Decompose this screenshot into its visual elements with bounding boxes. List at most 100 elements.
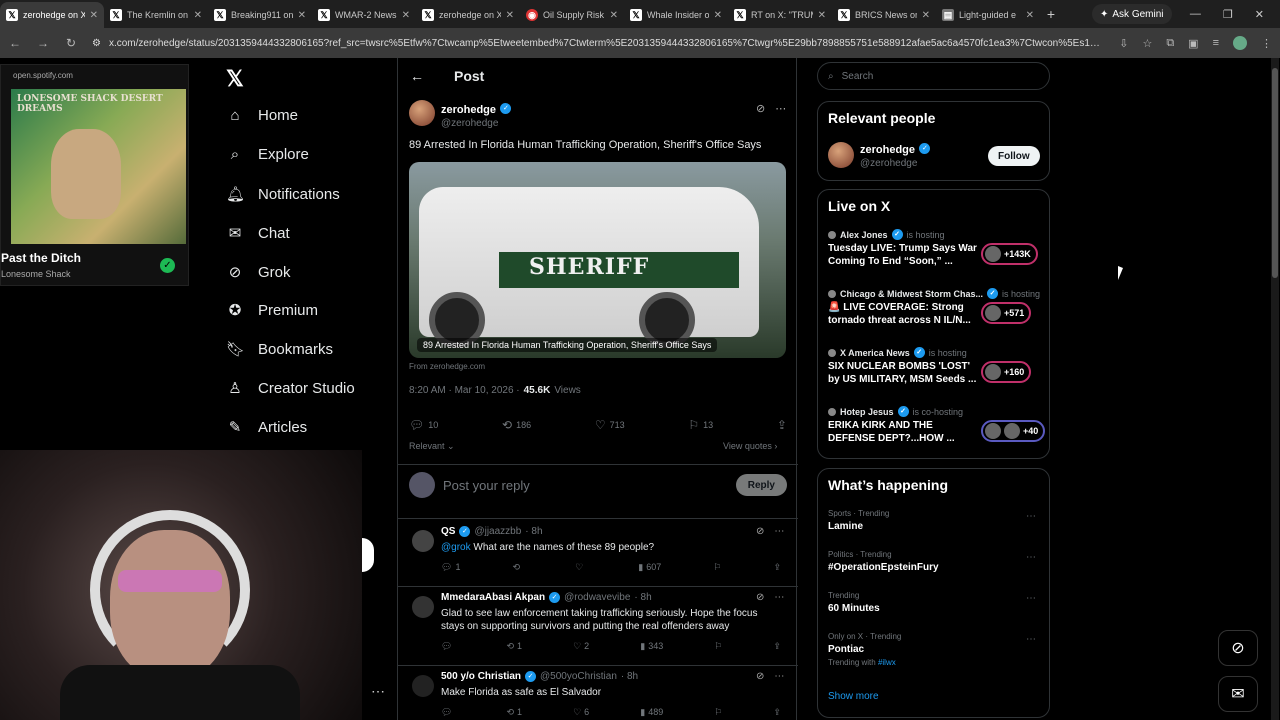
grok-icon[interactable]: ⊘ xyxy=(756,592,764,603)
nav-bookmarks[interactable]: 🔖︎ Bookmarks xyxy=(226,340,333,359)
repost-button[interactable]: ⟲ xyxy=(513,562,524,573)
repost-button[interactable]: ⟲ 1 xyxy=(506,641,522,652)
browser-tab-5[interactable]: ◉ Oil Supply Risk ✕ xyxy=(520,2,624,28)
browser-tab-0[interactable]: 𝕏zerohedge on X ✕ xyxy=(0,2,104,28)
nav-grok[interactable]: ⊘ Grok xyxy=(226,263,291,282)
reply-button[interactable]: 💬︎ 1 xyxy=(441,562,460,573)
x-logo-icon[interactable]: 𝕏 xyxy=(226,66,244,92)
more-icon[interactable]: ⋯ xyxy=(774,526,784,537)
scrollbar-thumb[interactable] xyxy=(1272,68,1278,278)
profile-avatar[interactable] xyxy=(1233,36,1247,50)
more-icon[interactable]: ⋯ xyxy=(1026,552,1036,563)
browser-tab-8[interactable]: 𝕏 BRICS News on ✕ xyxy=(832,2,936,28)
close-icon[interactable]: ✕ xyxy=(818,10,826,21)
scrollbar[interactable] xyxy=(1271,58,1279,720)
reply-button[interactable]: 💬︎ xyxy=(441,641,455,652)
more-icon[interactable]: ⋯ xyxy=(774,592,784,603)
like-button[interactable]: ♡ xyxy=(575,562,586,573)
nav-notifications[interactable]: 🔔︎ Notifications xyxy=(226,185,340,204)
live-item[interactable]: Chicago & Midwest Storm Chas... ✓ is hosti… xyxy=(828,288,1043,338)
avatar[interactable] xyxy=(828,141,854,168)
browser-tab-6[interactable]: 𝕏 Whale Insider o ✕ xyxy=(624,2,728,28)
grok-icon[interactable]: ⊘ xyxy=(756,526,764,537)
sidebar-icon[interactable]: ▣ xyxy=(1188,37,1198,50)
avatar[interactable] xyxy=(412,596,434,618)
live-item[interactable]: X America News ✓ is hosting SIX NUCLEAR BO… xyxy=(828,347,1043,397)
star-icon[interactable]: ☆ xyxy=(1142,37,1152,50)
reply-button[interactable]: 💬︎ xyxy=(441,707,455,718)
spotify-miniplayer[interactable]: open.spotify.com LONESOME SHACK DESERT D… xyxy=(0,64,189,286)
url-field[interactable]: ⚙ x.com/zerohedge/status/203135944433280… xyxy=(92,38,1105,49)
like-button[interactable]: ♡ 6 xyxy=(573,707,589,718)
reply-submit-button[interactable]: Reply xyxy=(735,474,787,496)
trend-item[interactable]: Politics · Trending #OperationEpsteinFur… xyxy=(828,550,1043,573)
like-button[interactable]: ♡ 2 xyxy=(573,641,589,652)
close-icon[interactable]: ✕ xyxy=(298,10,306,21)
list-item[interactable]: 500 y/o Christian ✓ @500yoChristian · 8h ⊘ ⋯… xyxy=(398,671,798,720)
nav-articles[interactable]: ✎ Articles xyxy=(226,418,307,437)
minimize-icon[interactable]: — xyxy=(1190,8,1201,21)
repost-button[interactable]: ⟲ 1 xyxy=(506,707,522,718)
close-icon[interactable]: ✕ xyxy=(1026,10,1034,21)
browser-tab-1[interactable]: 𝕏 The Kremlin on ✕ xyxy=(104,2,208,28)
trend-item[interactable]: Sports · Trending Lamine ⋯ xyxy=(828,509,1043,532)
listener-count-badge[interactable]: +160 xyxy=(981,361,1032,383)
follow-button[interactable]: Follow xyxy=(988,146,1040,166)
views-button[interactable]: ▮ 489 xyxy=(640,707,663,718)
close-icon[interactable]: ✕ xyxy=(402,10,410,21)
avatar[interactable] xyxy=(409,100,435,126)
avatar[interactable] xyxy=(412,675,434,697)
messages-fab-button[interactable]: ✉ xyxy=(1218,676,1258,712)
more-icon[interactable]: ⋯ xyxy=(1026,634,1036,645)
share-button[interactable]: ⇪ xyxy=(773,641,781,652)
nav-chat[interactable]: ✉ Chat xyxy=(226,224,290,243)
link-source[interactable]: From zerohedge.com xyxy=(409,362,485,371)
show-more-link[interactable]: Show more xyxy=(828,691,879,702)
like-button[interactable]: ♡ 713 xyxy=(595,418,625,432)
more-icon[interactable]: ⋯ xyxy=(1026,593,1036,604)
install-icon[interactable]: ⇩ xyxy=(1119,37,1128,50)
browser-tab-2[interactable]: 𝕏 Breaking911 on ✕ xyxy=(208,2,312,28)
nav-explore[interactable]: ⌕ Explore xyxy=(226,146,309,163)
site-settings-icon[interactable]: ⚙ xyxy=(92,38,101,49)
nav-premium[interactable]: ✪ Premium xyxy=(226,301,318,320)
browser-tab-7[interactable]: 𝕏 RT on X: "TRUM ✕ xyxy=(728,2,832,28)
listener-count-badge[interactable]: +571 xyxy=(981,302,1032,324)
forward-arrow-icon[interactable]: → xyxy=(36,36,50,50)
media-icon[interactable]: ≡ xyxy=(1213,37,1219,49)
menu-icon[interactable]: ⋮ xyxy=(1261,37,1272,50)
search-input[interactable]: ⌕ Search xyxy=(817,62,1050,90)
list-item[interactable]: MmedaraAbasi Akpan ✓ @rodwavevibe · 8h ⊘ ⋯ G… xyxy=(398,592,798,662)
ask-gemini-button[interactable]: ✦ Ask Gemini xyxy=(1092,4,1172,24)
share-button[interactable]: ⇪ xyxy=(773,707,781,718)
close-icon[interactable]: ✕ xyxy=(194,10,202,21)
relevant-person[interactable]: zerohedge ✓ @zerohedge xyxy=(828,140,931,169)
grok-icon[interactable]: ⊘ xyxy=(756,671,764,682)
browser-tab-9[interactable]: ▤ Light-guided e ✕ xyxy=(936,2,1040,28)
close-icon[interactable]: ✕ xyxy=(90,10,98,21)
reload-icon[interactable]: ↻ xyxy=(64,36,78,50)
close-icon[interactable]: ✕ xyxy=(714,10,722,21)
share-button[interactable]: ⇪ xyxy=(773,562,781,573)
bookmark-button[interactable]: ⚐ 13 xyxy=(688,418,713,432)
live-item[interactable]: Alex Jones ✓ is hosting Tuesday LIVE: Trum… xyxy=(828,229,1043,279)
listener-count-badge[interactable]: +40 xyxy=(981,420,1046,442)
views-button[interactable]: ▮ 607 xyxy=(638,562,661,573)
share-button[interactable]: ⇪ xyxy=(777,418,787,432)
sort-dropdown[interactable]: Relevant ⌄ xyxy=(409,441,455,452)
post-author[interactable]: zerohedge ✓ @zerohedge xyxy=(409,100,512,129)
reply-button[interactable]: 💬︎ 10 xyxy=(409,418,438,432)
bookmark-button[interactable]: ⚐ xyxy=(714,641,722,652)
close-icon[interactable]: ✕ xyxy=(506,10,514,21)
views-button[interactable]: ▮ 343 xyxy=(640,641,663,652)
post-media-card[interactable]: SHERIFF 89 Arrested In Florida Human Tra… xyxy=(409,162,786,358)
overlay-handle[interactable] xyxy=(362,538,374,572)
trend-item[interactable]: Trending 60 Minutes ⋯ xyxy=(828,591,1043,614)
close-icon[interactable]: ✕ xyxy=(610,10,618,21)
avatar[interactable] xyxy=(412,530,434,552)
close-icon[interactable]: ✕ xyxy=(922,10,930,21)
more-icon[interactable]: ⋯ xyxy=(1026,511,1036,522)
nav-creator-studio[interactable]: ♙ Creator Studio xyxy=(226,379,354,398)
bookmark-button[interactable]: ⚐ xyxy=(714,707,722,718)
close-window-icon[interactable]: ✕ xyxy=(1255,8,1264,21)
